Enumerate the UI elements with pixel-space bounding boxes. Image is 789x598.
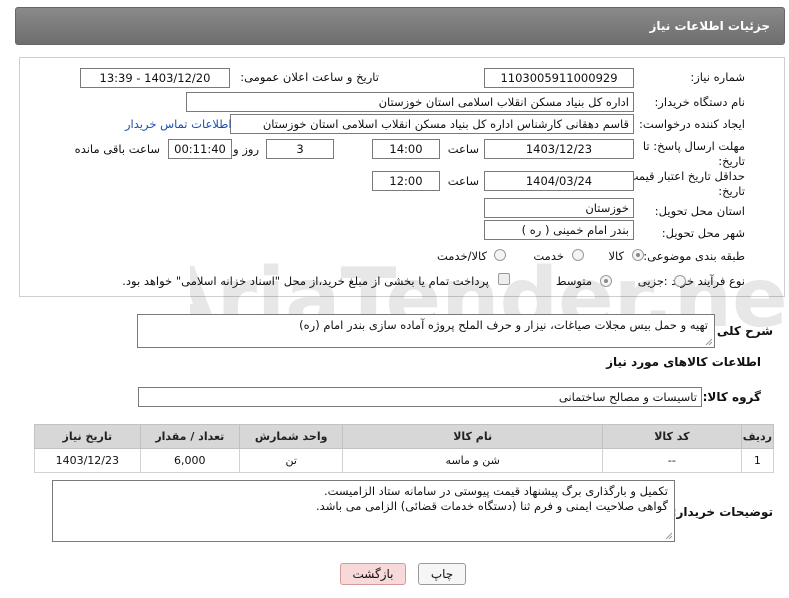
cell-quantity: 6,000 bbox=[139, 448, 240, 473]
deadline-label-date: تاریخ: bbox=[718, 154, 745, 168]
validity-time-field[interactable]: 12:00 bbox=[372, 171, 440, 191]
treasury-payment-note: پرداخت تمام یا بخشی از مبلغ خرید،از محل … bbox=[122, 274, 489, 288]
buyer-org-label: نام دستگاه خریدار: bbox=[654, 95, 745, 109]
header-goods-name: نام کالا bbox=[342, 424, 603, 449]
process-radio-minor[interactable] bbox=[674, 275, 686, 287]
deadline-date-field[interactable]: 1403/12/23 bbox=[484, 139, 634, 159]
buyer-notes-line-2: گواهی صلاحیت ایمنی و فرم ثنا (دستگاه خدم… bbox=[316, 499, 668, 513]
cell-goods-code: -- bbox=[601, 448, 742, 473]
category-option-goods: کالا bbox=[608, 249, 624, 263]
category-radio-service[interactable] bbox=[572, 249, 584, 261]
goods-table: ردیف کد کالا نام کالا واحد شمارش تعداد /… bbox=[34, 424, 775, 473]
treasury-payment-checkbox[interactable] bbox=[498, 273, 510, 285]
process-option-medium: متوسط bbox=[555, 274, 592, 288]
deadline-time-field[interactable]: 14:00 bbox=[372, 139, 440, 159]
cell-goods-name: شن و ماسه bbox=[342, 448, 603, 473]
process-option-minor: جزیی bbox=[637, 274, 664, 288]
province-label: استان محل تحویل: bbox=[654, 204, 745, 218]
city-label: شهر محل تحویل: bbox=[661, 226, 745, 240]
category-radio-goods-service[interactable] bbox=[494, 249, 506, 261]
back-button[interactable]: بازگشت bbox=[340, 563, 406, 585]
page-header: جزئیات اطلاعات نیاز bbox=[15, 7, 785, 45]
header-need-date: تاریخ نیاز bbox=[34, 424, 141, 449]
header-unit: واحد شمارش bbox=[238, 424, 344, 449]
resize-grip-icon[interactable] bbox=[704, 337, 712, 345]
goods-table-header: ردیف کد کالا نام کالا واحد شمارش تعداد /… bbox=[34, 424, 775, 449]
header-row-number: ردیف bbox=[740, 424, 775, 449]
province-field[interactable]: خوزستان bbox=[484, 198, 634, 218]
buyer-org-field[interactable]: اداره کل بنیاد مسکن انقلاب اسلامی استان … bbox=[186, 92, 634, 112]
table-row: 1 -- شن و ماسه تن 6,000 1403/12/23 bbox=[34, 448, 775, 473]
deadline-label: مهلت ارسال پاسخ: تا bbox=[642, 139, 745, 153]
creator-field[interactable]: قاسم دهقانی کارشناس اداره کل بنیاد مسکن … bbox=[230, 114, 634, 134]
category-option-goods-service: کالا/خدمت bbox=[436, 249, 487, 263]
description-textarea[interactable]: تهیه و حمل بیس مجلات صیاغات، نیزار و حرف… bbox=[137, 314, 715, 348]
cell-row-number: 1 bbox=[740, 448, 775, 473]
page-title: جزئیات اطلاعات نیاز bbox=[649, 19, 770, 33]
time-remaining-label: ساعت باقی مانده bbox=[74, 142, 160, 156]
days-remaining-field[interactable]: 3 bbox=[266, 139, 334, 159]
goods-group-field[interactable]: تاسیسات و مصالح ساختمانی bbox=[138, 387, 702, 407]
time-remaining-field[interactable]: 00:11:40 bbox=[168, 139, 232, 159]
need-number-field[interactable]: 1103005911000929 bbox=[484, 68, 634, 88]
cell-unit: تن bbox=[238, 448, 344, 473]
buyer-notes-line-1: تکمیل و بارگذاری برگ پیشنهاد قیمت پیوستی… bbox=[323, 484, 668, 498]
process-radio-medium[interactable] bbox=[600, 275, 612, 287]
cell-need-date: 1403/12/23 bbox=[34, 448, 141, 473]
category-radio-goods[interactable] bbox=[632, 249, 644, 261]
description-text: تهیه و حمل بیس مجلات صیاغات، نیزار و حرف… bbox=[299, 318, 708, 332]
goods-group-label: گروه کالا: bbox=[702, 390, 761, 404]
category-label: طبقه بندی موضوعی: bbox=[643, 249, 745, 263]
creator-label: ایجاد کننده درخواست: bbox=[639, 117, 745, 131]
goods-section-title: اطلاعات کالاهای مورد نیاز bbox=[606, 355, 761, 369]
announce-date-label: تاریخ و ساعت اعلان عمومی: bbox=[240, 70, 379, 84]
need-number-label: شماره نیاز: bbox=[690, 70, 745, 84]
buyer-contact-link[interactable]: اطلاعات تماس خریدار bbox=[125, 117, 232, 131]
announce-date-field[interactable]: 1403/12/20 - 13:39 bbox=[80, 68, 230, 88]
validity-time-label: ساعت bbox=[447, 174, 479, 188]
category-option-service: خدمت bbox=[533, 249, 564, 263]
validity-label-date: تاریخ: bbox=[718, 184, 745, 198]
resize-grip-icon[interactable] bbox=[664, 531, 672, 539]
validity-date-field[interactable]: 1404/03/24 bbox=[484, 171, 634, 191]
buyer-notes-textarea[interactable]: تکمیل و بارگذاری برگ پیشنهاد قیمت پیوستی… bbox=[52, 480, 675, 542]
deadline-time-label: ساعت bbox=[447, 142, 479, 156]
days-label: روز و bbox=[233, 142, 259, 156]
header-goods-code: کد کالا bbox=[601, 424, 742, 449]
header-quantity: تعداد / مقدار bbox=[139, 424, 240, 449]
buyer-notes-label: توضیحات خریدار: bbox=[671, 505, 773, 519]
city-field[interactable]: بندر امام خمینی ( ره ) bbox=[484, 220, 634, 240]
print-button[interactable]: چاپ bbox=[418, 563, 466, 585]
